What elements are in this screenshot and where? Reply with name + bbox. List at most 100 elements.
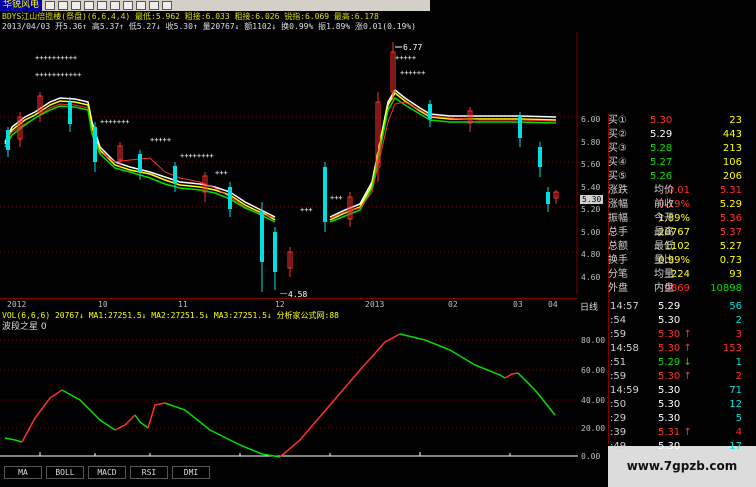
- svg-text:+++++: +++++: [150, 136, 171, 144]
- stat-label: 涨跌: [608, 185, 628, 196]
- stat-value: 5.27: [719, 241, 742, 252]
- tick-price: 5.30: [658, 441, 681, 452]
- tick-price: 5.30: [658, 413, 681, 424]
- stat-label: 内盘: [654, 283, 674, 294]
- stat-label: 均量: [654, 269, 674, 280]
- stat-value: 5.37: [719, 227, 742, 238]
- save-icon[interactable]: [58, 1, 69, 10]
- svg-text:+++++++: +++++++: [100, 118, 130, 126]
- order-price: 5.29: [650, 129, 673, 140]
- svg-text:+++++++++++: +++++++++++: [35, 71, 81, 79]
- svg-text:++++++++: ++++++++: [180, 152, 214, 160]
- date-axis: 2012 10 11 12 2013 02 03 04: [0, 298, 578, 311]
- tick-volume: 4: [735, 427, 742, 438]
- order-price: 5.27: [650, 157, 673, 168]
- date-tick: 2013: [365, 300, 385, 309]
- cursor-icon[interactable]: [149, 1, 160, 10]
- indicator-chart[interactable]: [0, 330, 578, 464]
- date-tick: 11: [178, 300, 188, 309]
- tick-time: 14:57: [610, 301, 639, 312]
- date-tick: 02: [448, 300, 458, 309]
- back-icon[interactable]: [84, 1, 95, 10]
- tab-ma[interactable]: MA: [4, 466, 42, 479]
- order-label: 买⑤: [608, 171, 627, 182]
- stat-label: 总额: [608, 241, 628, 252]
- svg-text:++++++++++: ++++++++++: [35, 54, 77, 62]
- grid-icon[interactable]: [123, 1, 134, 10]
- stat-label: 量比: [654, 255, 674, 266]
- tick-volume: 2: [735, 371, 742, 382]
- price-chart[interactable]: ++++++++++ +++++++++++ +++++++ +++++ +++…: [0, 32, 578, 294]
- tick-time: :49: [610, 441, 627, 452]
- order-volume: 443: [722, 129, 742, 140]
- tick-price: 5.30 ↑: [658, 343, 692, 354]
- stat-row: 总手 20767 最高 5.37: [578, 226, 748, 240]
- stat-label: 涨幅: [608, 199, 628, 210]
- volume-header: VOL(6,6,6) 20767↓ MA1:27251.5↓ MA2:27251…: [2, 311, 339, 320]
- order-book-row: 买④ 5.27 106: [578, 156, 748, 170]
- svg-text:+++: +++: [215, 169, 228, 177]
- tick-price: 5.30 ↑: [658, 329, 692, 340]
- tick-row: :59 5.30 ↑ 3: [578, 328, 748, 342]
- tick-volume: 153: [722, 343, 742, 354]
- svg-text:+++++: +++++: [395, 54, 416, 62]
- tick-volume: 3: [735, 329, 742, 340]
- tick-volume: 5: [735, 413, 742, 424]
- stat-value: 5.31: [719, 185, 742, 196]
- pen-icon[interactable]: [162, 1, 173, 10]
- tab-dmi[interactable]: DMI: [172, 466, 210, 479]
- order-volume: 23: [729, 115, 742, 126]
- stat-row: 总额 1102 最低 5.27: [578, 240, 748, 254]
- tick-price: 5.30: [658, 385, 681, 396]
- stock-name: 华锐风电: [0, 0, 43, 11]
- tick-row: :59 5.30 ↑ 2: [578, 370, 748, 384]
- tick-time: :54: [610, 315, 627, 326]
- svg-text:++++++: ++++++: [400, 69, 425, 77]
- tick-time: :51: [610, 357, 627, 368]
- tick-volume: 2: [735, 315, 742, 326]
- tick-row: 14:57 5.29 56: [578, 300, 748, 314]
- tick-row: 14:58 5.30 ↑ 153: [578, 342, 748, 356]
- tick-row: :29 5.30 5: [578, 412, 748, 426]
- svg-text:+++: +++: [330, 194, 343, 202]
- stat-row: 分笔 224 均量 93: [578, 268, 748, 282]
- stat-label: 外盘: [608, 283, 628, 294]
- tab-boll[interactable]: BOLL: [46, 466, 84, 479]
- tick-volume: 12: [729, 399, 742, 410]
- stat-value: 93: [729, 269, 742, 280]
- tick-row: :49 5.30 17: [578, 440, 748, 454]
- high-label: 6.77: [403, 43, 422, 52]
- file-icon[interactable]: [45, 1, 56, 10]
- tab-macd[interactable]: MACD: [88, 466, 126, 479]
- order-label: 买③: [608, 143, 627, 154]
- forward-icon[interactable]: [97, 1, 108, 10]
- stat-row: 涨跌 0.01 均价 5.31: [578, 184, 748, 198]
- zoom-icon[interactable]: [136, 1, 147, 10]
- tick-row: :51 5.29 ↓ 1: [578, 356, 748, 370]
- tick-price: 5.29 ↓: [658, 357, 692, 368]
- order-book-row: 买⑤ 5.26 206: [578, 170, 748, 184]
- tick-row: :50 5.30 12: [578, 398, 748, 412]
- tick-time: :59: [610, 371, 627, 382]
- stat-row: 外盘 9869 内盘 10898: [578, 282, 748, 296]
- tab-rsi[interactable]: RSI: [130, 466, 168, 479]
- tick-time: :39: [610, 427, 627, 438]
- stat-label: 今开: [654, 213, 674, 224]
- stat-label: 最低: [654, 241, 674, 252]
- tick-price: 5.30: [658, 315, 681, 326]
- print-icon[interactable]: [71, 1, 82, 10]
- chart-icon[interactable]: [110, 1, 121, 10]
- date-tick: 04: [548, 300, 558, 309]
- stat-label: 前收: [654, 199, 674, 210]
- tick-volume: 56: [729, 301, 742, 312]
- tick-time: :50: [610, 399, 627, 410]
- tick-volume: 71: [729, 385, 742, 396]
- order-book-row: 买② 5.29 443: [578, 128, 748, 142]
- stat-label: 总手: [608, 227, 628, 238]
- ohlc-info: 2013/04/03 开5.36↑ 高5.37↑ 低5.27↓ 收5.30↑ 量…: [2, 22, 416, 31]
- tick-time: 14:58: [610, 343, 639, 354]
- stat-value: 5.36: [719, 213, 742, 224]
- tick-price: 5.30: [658, 399, 681, 410]
- date-tick: 12: [275, 300, 285, 309]
- stat-label: 换手: [608, 255, 628, 266]
